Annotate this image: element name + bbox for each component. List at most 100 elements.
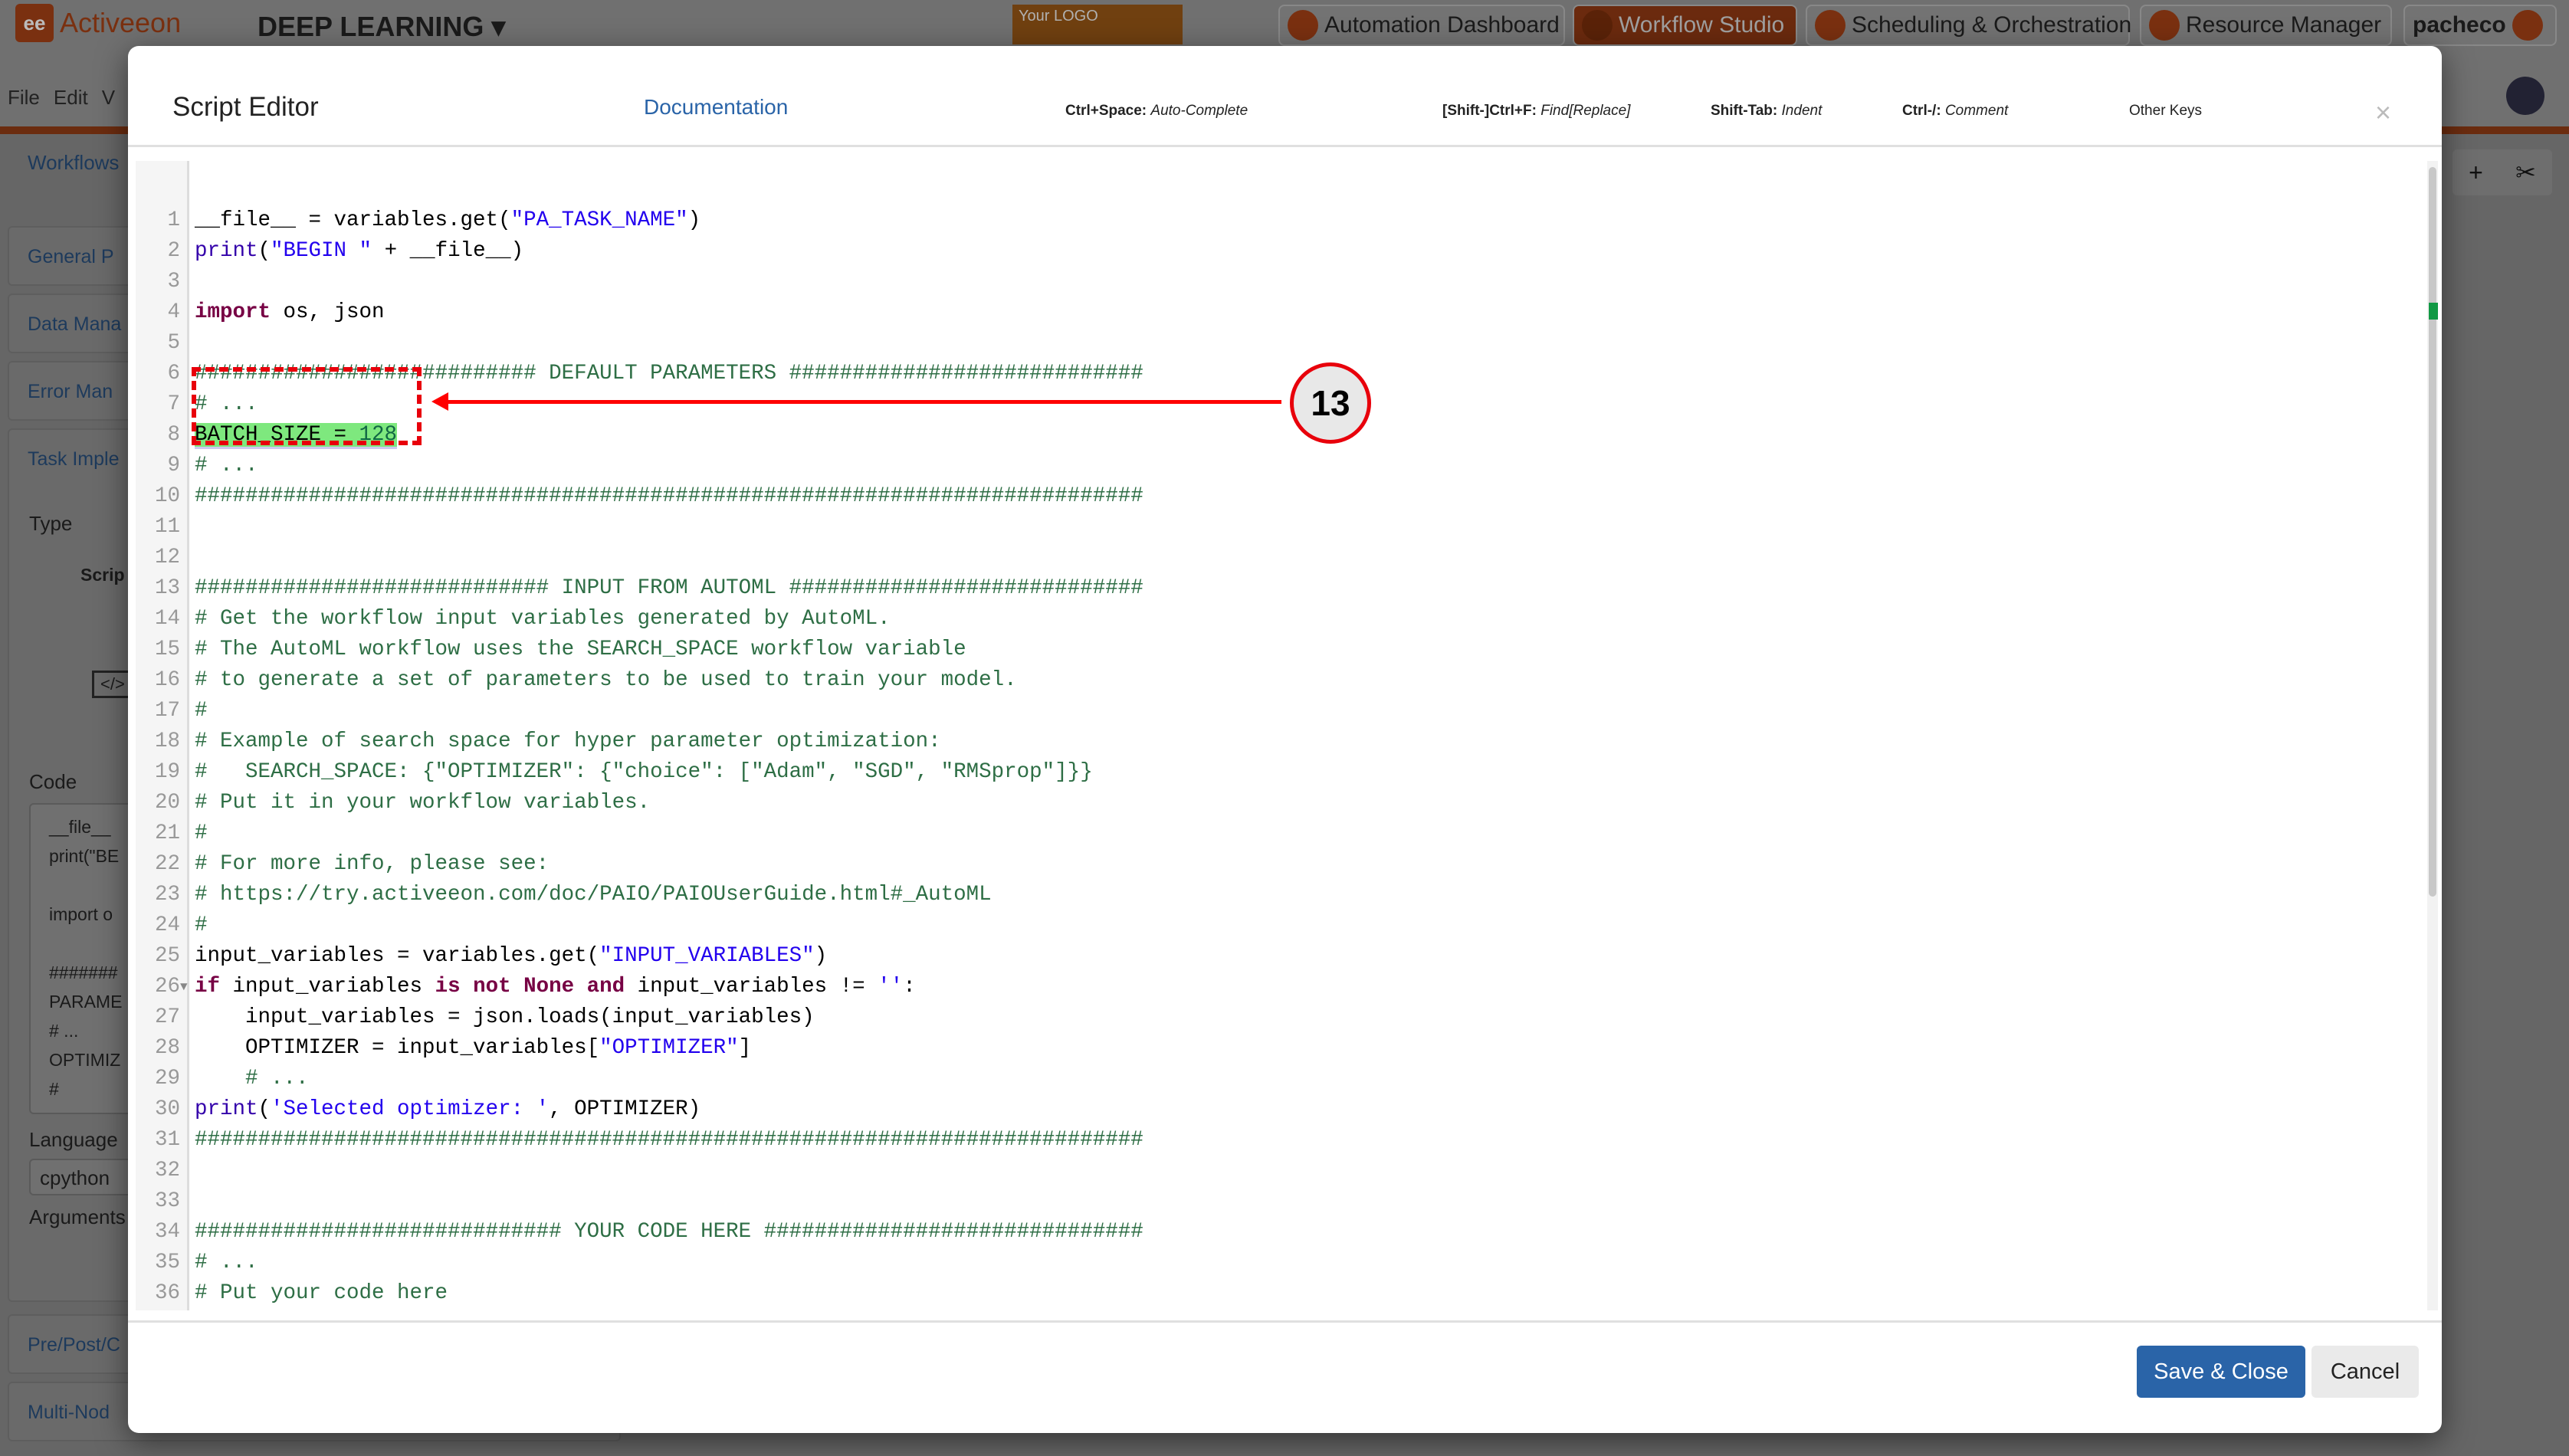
code-line[interactable]: 26 ▼ if input_variables is not None and in…: [136, 972, 2404, 1002]
shortcut-key: [Shift-]Ctrl+F:: [1442, 103, 1537, 119]
fold-arrow-icon[interactable]: ▼: [180, 972, 188, 1002]
code-line[interactable]: 19 # SEARCH_SPACE: {"OPTIMIZER": {"choice…: [136, 757, 2404, 788]
line-number: 14: [154, 607, 180, 631]
code-line[interactable]: 10 ######################################…: [136, 481, 2404, 512]
code-token: input_variables = json.loads(input_varia…: [195, 1005, 815, 1029]
code-line[interactable]: 23 # https://try.activeeon.com/doc/PAIO/P…: [136, 880, 2404, 910]
code-line[interactable]: 29 # ...: [136, 1064, 2404, 1094]
menu-edit[interactable]: Edit: [54, 86, 88, 110]
line-number: 36: [154, 1281, 180, 1305]
code-line[interactable]: 24 #: [136, 910, 2404, 941]
code-line[interactable]: 17 #: [136, 696, 2404, 726]
tab-label: Workflow Studio: [1619, 12, 1785, 38]
code-token: input_variables: [220, 975, 435, 999]
code-line[interactable]: 36 # Put your code here: [136, 1278, 2404, 1309]
logo-mark-icon: ee: [15, 4, 54, 42]
code-line[interactable]: 18 # Example of search space for hyper pa…: [136, 726, 2404, 757]
code-text: print('Selected optimizer: ', OPTIMIZER): [195, 1094, 700, 1125]
tab-resource-manager[interactable]: Resource Manager: [2140, 5, 2392, 46]
save-close-button[interactable]: Save & Close: [2137, 1346, 2305, 1398]
menu-file[interactable]: File: [8, 86, 40, 110]
code-line[interactable]: 8 BATCH_SIZE = 128: [136, 420, 2404, 451]
code-line[interactable]: 1 __file__ = variables.get("PA_TASK_NAME"…: [136, 205, 2404, 236]
code-line[interactable]: 28 OPTIMIZER = input_variables["OPTIMIZE…: [136, 1033, 2404, 1064]
code-line[interactable]: 34 ############################# YOUR COD…: [136, 1217, 2404, 1248]
product-selector[interactable]: DEEP LEARNING ▾: [258, 11, 505, 43]
code-line[interactable]: 7 # ...: [136, 389, 2404, 420]
line-number: 25: [154, 944, 180, 968]
user-logout-button[interactable]: pacheco: [2403, 5, 2557, 46]
code-token: ): [814, 944, 828, 968]
code-line[interactable]: 15 # The AutoML workflow uses the SEARCH_…: [136, 635, 2404, 665]
code-line[interactable]: 33: [136, 1186, 2404, 1217]
annotation-arrow-line: [445, 400, 1281, 404]
globe-icon[interactable]: [2506, 77, 2544, 115]
line-number: 7: [167, 392, 180, 416]
line-number: 1: [167, 208, 180, 232]
code-text: # ...: [195, 451, 258, 481]
other-keys-link[interactable]: Other Keys: [2129, 103, 2202, 120]
code-line[interactable]: 4 import os, json: [136, 297, 2404, 328]
section-label: Task Imple: [28, 448, 120, 470]
code-line[interactable]: 5: [136, 328, 2404, 359]
add-icon[interactable]: +: [2469, 159, 2483, 187]
cancel-button[interactable]: Cancel: [2311, 1346, 2419, 1398]
code-text: # ...: [195, 1248, 258, 1278]
code-line[interactable]: 3: [136, 267, 2404, 297]
kw-token: import: [195, 300, 271, 324]
code-line[interactable]: 9 # ...: [136, 451, 2404, 481]
line-number: 24: [154, 913, 180, 937]
code-line[interactable]: 16 # to generate a set of parameters to b…: [136, 665, 2404, 696]
line-number: 34: [154, 1220, 180, 1244]
line-number: 8: [167, 423, 180, 447]
section-label: Error Man: [28, 381, 113, 402]
shortcut-action: Auto-Complete: [1150, 103, 1248, 119]
code-line[interactable]: 30 print('Selected optimizer: ', OPTIMIZE…: [136, 1094, 2404, 1125]
code-line[interactable]: 31 ######################################…: [136, 1125, 2404, 1156]
line-number: 11: [154, 515, 180, 539]
logo-text: Activeeon: [60, 7, 182, 38]
code-line[interactable]: 12: [136, 543, 2404, 573]
comment-token: # Get the workflow input variables gener…: [195, 607, 891, 631]
menu-view[interactable]: V: [102, 86, 115, 110]
documentation-link[interactable]: Documentation: [644, 95, 788, 120]
code-line[interactable]: 20 # Put it in your workflow variables.: [136, 788, 2404, 818]
code-icon[interactable]: </>: [92, 671, 133, 698]
line-number: 4: [167, 300, 180, 324]
type-value[interactable]: Scrip: [80, 565, 125, 585]
comment-token: ########################################…: [195, 484, 1143, 508]
code-line[interactable]: 27 input_variables = json.loads(input_va…: [136, 1002, 2404, 1033]
code-line[interactable]: 25 input_variables = variables.get("INPUT…: [136, 941, 2404, 972]
tab-automation-dashboard[interactable]: Automation Dashboard: [1278, 5, 1565, 46]
line-number: 16: [154, 668, 180, 692]
code-line[interactable]: 2 print("BEGIN " + __file__): [136, 236, 2404, 267]
editor-scrollbar-thumb[interactable]: [2429, 167, 2436, 897]
code-line[interactable]: 21 #: [136, 818, 2404, 849]
line-number: 31: [154, 1128, 180, 1152]
close-icon[interactable]: ×: [2375, 97, 2391, 129]
tab-label: Resource Manager: [2186, 12, 2382, 38]
code-token: input_variables = variables.get(: [195, 944, 600, 968]
line-number: 22: [154, 852, 180, 876]
code-line[interactable]: 35 # ...: [136, 1248, 2404, 1278]
code-editor[interactable]: 1 __file__ = variables.get("PA_TASK_NAME"…: [136, 161, 2427, 1310]
tab-workflow-studio[interactable]: Workflow Studio: [1573, 5, 1797, 46]
tools-icon[interactable]: ✂: [2515, 158, 2536, 187]
code-line[interactable]: 11: [136, 512, 2404, 543]
activeeon-logo[interactable]: ee Activeeon: [15, 3, 192, 43]
code-line[interactable]: 13 ############################ INPUT FRO…: [136, 573, 2404, 604]
line-number: 28: [154, 1036, 180, 1060]
str-token: "OPTIMIZER": [599, 1036, 739, 1060]
tab-scheduling[interactable]: Scheduling & Orchestration: [1806, 5, 2131, 46]
code-line[interactable]: 32: [136, 1156, 2404, 1186]
annotation-highlight-box: [192, 367, 422, 445]
comment-token: #: [195, 913, 208, 937]
workflows-link[interactable]: Workflows: [28, 151, 119, 175]
code-token: __file__ = variables.get(: [195, 208, 511, 232]
code-line[interactable]: 6 ########################### DEFAULT PAR…: [136, 359, 2404, 389]
code-line[interactable]: 37 # ...: [136, 1309, 2404, 1310]
shortcut-key: Shift-Tab:: [1711, 103, 1778, 119]
code-text: # https://try.activeeon.com/doc/PAIO/PAI…: [195, 880, 992, 910]
code-line[interactable]: 22 # For more info, please see:: [136, 849, 2404, 880]
code-line[interactable]: 14 # Get the workflow input variables gen…: [136, 604, 2404, 635]
